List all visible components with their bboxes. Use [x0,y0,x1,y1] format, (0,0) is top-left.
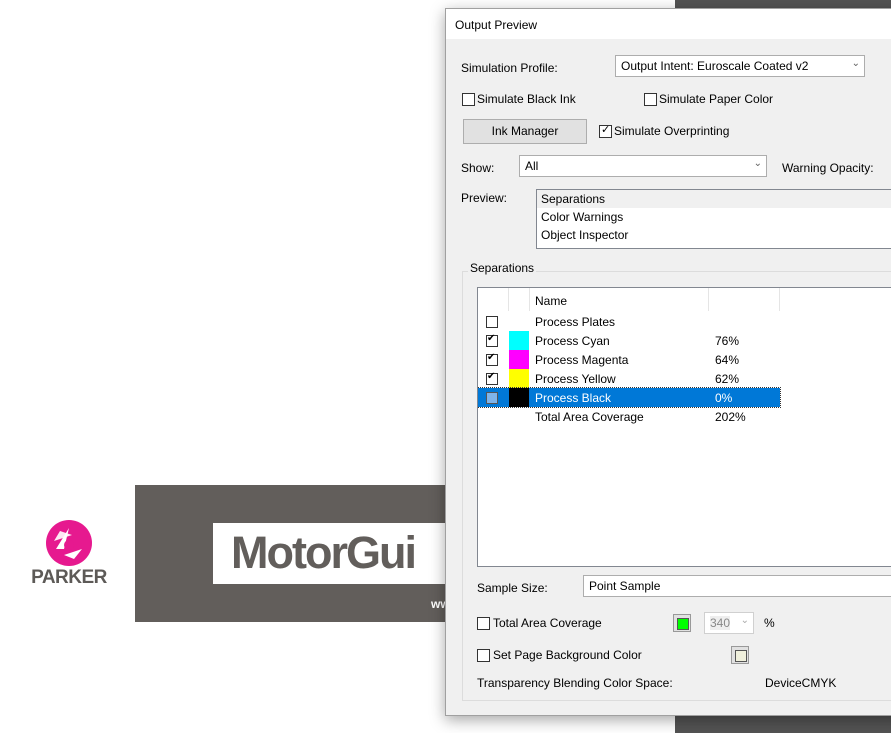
sample-size-select[interactable]: Point Sample [583,575,891,597]
preview-item-object-inspector[interactable]: Object Inspector [537,226,891,244]
chevron-down-icon: ⌄ [851,58,860,69]
table-row[interactable]: Process Magenta 64% [478,350,780,369]
preview-listbox[interactable]: Separations Color Warnings Object Inspec… [536,189,891,249]
simulation-profile-value: Output Intent: Euroscale Coated v2 [621,59,809,73]
row-percent: 76% [715,334,740,348]
row-checkbox[interactable] [486,352,498,366]
color-swatch [509,350,529,369]
coverage-unit: % [764,616,775,630]
set-page-background-checkbox[interactable] [477,649,490,662]
preview-label: Preview: [461,191,508,205]
row-name: Total Area Coverage [535,410,644,424]
column-header-name-label: Name [535,294,568,308]
row-checkbox[interactable] [486,333,498,347]
motorguide-banner: MotorGui ww [135,485,463,622]
table-row-total: Total Area Coverage 202% [478,407,780,426]
column-header-name[interactable]: Name [530,288,709,311]
coverage-color-swatch [677,618,689,630]
row-checkbox[interactable] [486,316,498,328]
coverage-color-button[interactable] [673,614,691,632]
coverage-value-select[interactable]: 340 ⌄ [704,612,754,634]
row-name: Process Yellow [535,372,616,386]
separations-table: Name Process Plates Process Cyan 76% Pro… [477,287,891,567]
simulate-overprinting-checkbox[interactable] [599,123,612,138]
parker-logo-text: PARKER [31,567,107,588]
preview-item-separations[interactable]: Separations [537,190,891,208]
sample-size-label: Sample Size: [477,581,548,595]
row-checkbox[interactable] [486,371,498,385]
column-header-percent[interactable] [709,288,780,311]
row-percent: 202% [715,410,746,424]
simulation-profile-select[interactable]: Output Intent: Euroscale Coated v2 ⌄ [615,55,865,77]
color-swatch [509,331,529,350]
parker-logo: PARKER [16,519,122,589]
separations-group-label: Separations [468,261,537,275]
page-background-color-button[interactable] [731,646,749,664]
show-value: All [525,159,539,173]
total-area-coverage-checkbox[interactable] [477,617,490,630]
table-row[interactable]: Process Plates [478,312,780,331]
warning-opacity-label: Warning Opacity: [782,161,874,175]
column-header-check[interactable] [478,288,509,311]
row-percent: 64% [715,353,740,367]
table-row[interactable]: Process Yellow 62% [478,369,780,388]
row-percent: 62% [715,372,740,386]
row-name: Process Magenta [535,353,629,367]
total-area-coverage-label: Total Area Coverage [493,616,602,630]
set-page-background-label: Set Page Background Color [493,648,642,662]
row-checkbox[interactable] [486,392,498,404]
page-background-color-swatch [735,650,747,662]
simulate-black-ink-label: Simulate Black Ink [477,92,576,106]
coverage-value: 340 [710,616,731,630]
output-preview-dialog: Output Preview Simulation Profile: Outpu… [445,8,891,716]
dialog-titlebar[interactable]: Output Preview [446,9,891,39]
motorguide-logo-text: MotorGui [231,527,417,578]
preview-item-color-warnings[interactable]: Color Warnings [537,208,891,226]
simulate-black-ink-checkbox[interactable] [462,93,475,106]
simulation-profile-label: Simulation Profile: [461,61,558,75]
show-label: Show: [461,161,495,175]
color-swatch [509,369,529,388]
column-header-swatch[interactable] [509,288,530,311]
simulate-paper-color-checkbox[interactable] [644,93,657,106]
blending-value: DeviceCMYK [765,676,837,690]
row-percent: 0% [715,391,733,405]
blending-label: Transparency Blending Color Space: [477,676,673,690]
sample-size-value: Point Sample [589,579,661,593]
color-swatch [509,388,529,407]
row-name: Process Plates [535,315,616,329]
simulate-paper-color-label: Simulate Paper Color [659,92,774,106]
row-name: Process Cyan [535,334,610,348]
show-select[interactable]: All ⌄ [519,155,767,177]
chevron-down-icon: ⌄ [753,158,762,169]
table-row-selected[interactable]: Process Black 0% [478,387,781,408]
row-name: Process Black [535,391,612,405]
simulate-overprinting-label: Simulate Overprinting [614,124,730,138]
dialog-title: Output Preview [455,18,538,32]
parker-emblem-icon [46,520,92,566]
chevron-down-icon: ⌄ [740,615,749,626]
ink-manager-button[interactable]: Ink Manager [463,119,587,144]
table-row[interactable]: Process Cyan 76% [478,331,780,350]
